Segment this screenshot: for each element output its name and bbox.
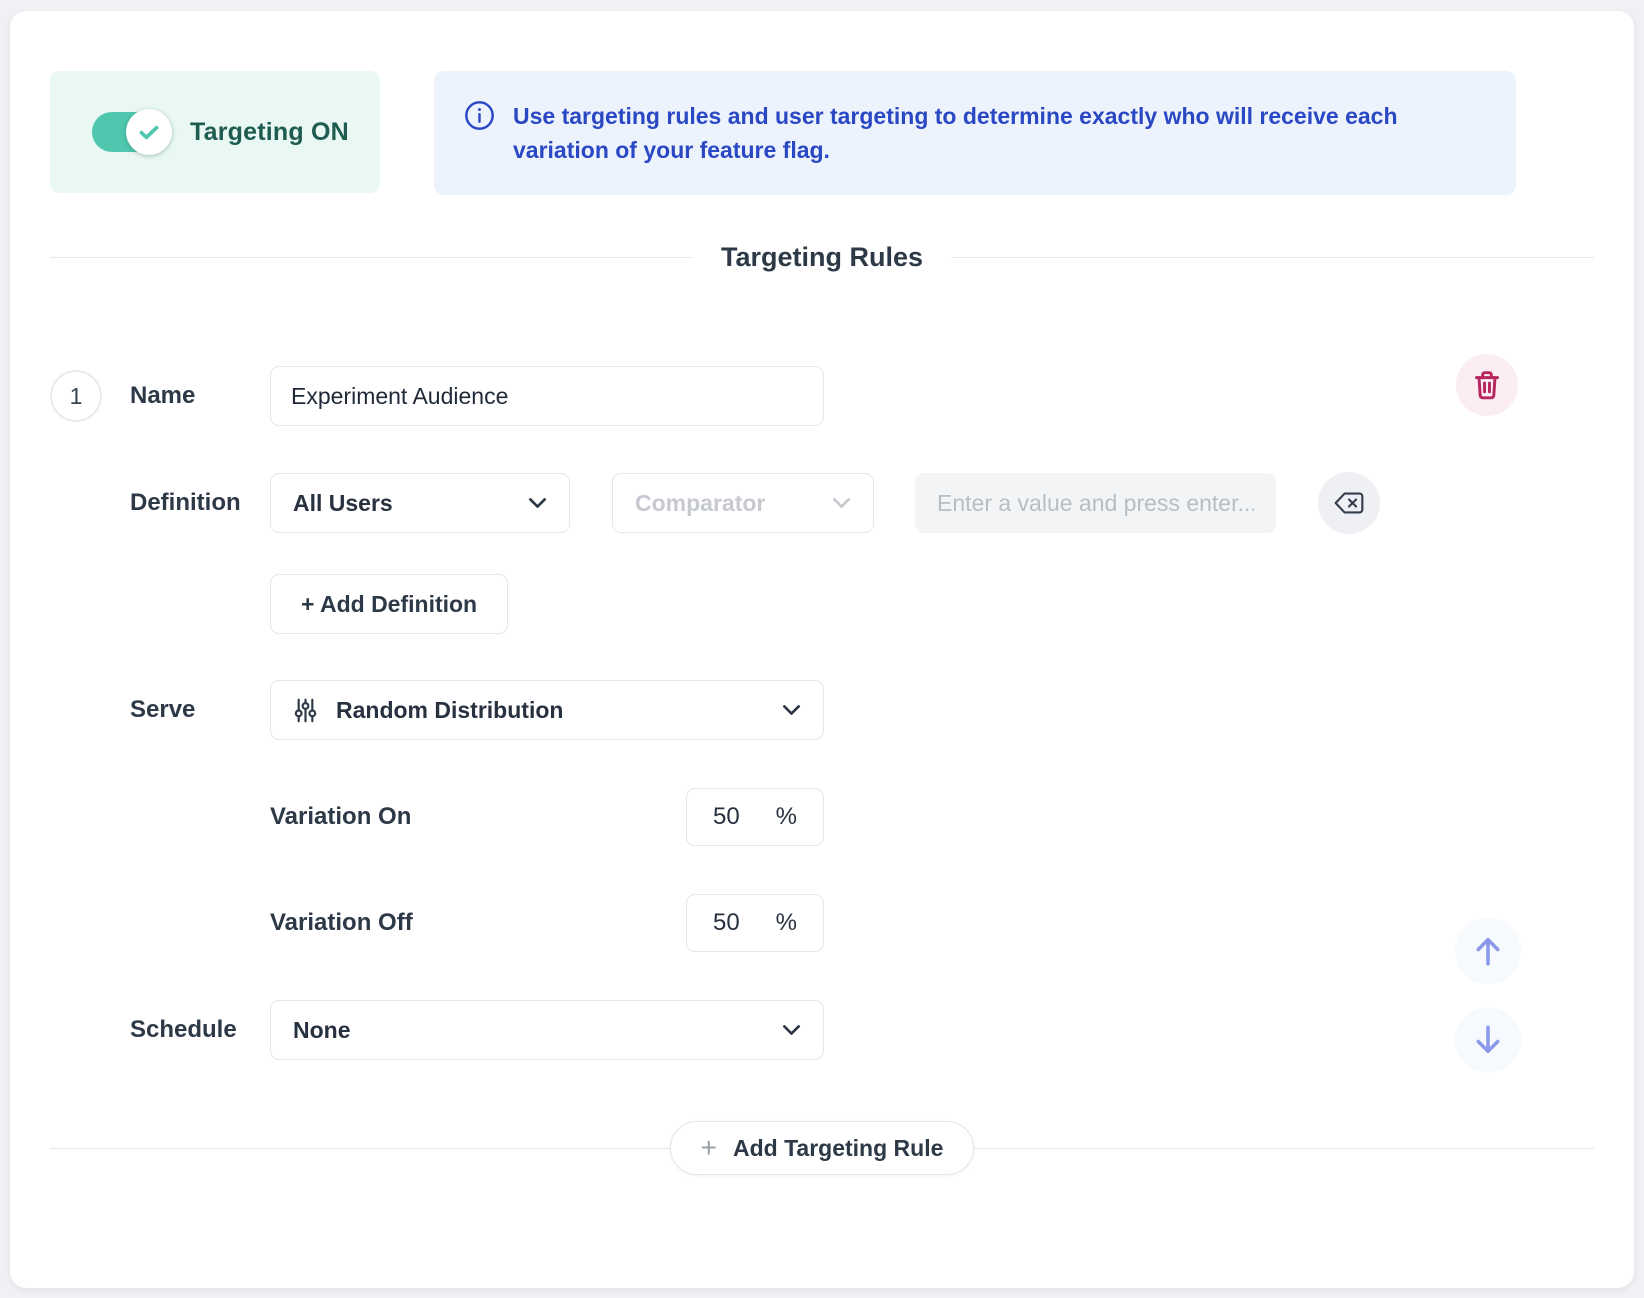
sliders-icon [293,698,318,723]
rule-name-input[interactable] [270,366,824,426]
add-targeting-rule-button[interactable]: + Add Targeting Rule [670,1121,975,1175]
audience-select[interactable]: All Users [270,473,570,533]
percent-sign: % [776,909,797,937]
variation-on-percentage-input[interactable]: 50 % [686,788,824,846]
divider [50,257,693,258]
comparator-select[interactable]: Comparator [612,473,874,533]
serve-label: Serve [130,696,270,724]
divider [951,257,1594,258]
delete-rule-button[interactable] [1456,354,1518,416]
clear-definition-button[interactable] [1318,472,1380,534]
variation-on-row: Variation On 50 % [50,788,1594,846]
serve-select[interactable]: Random Distribution [270,680,824,740]
targeting-toggle-label: Targeting ON [190,118,349,147]
targeting-toggle-container: Targeting ON [50,71,380,193]
targeting-toggle[interactable] [92,112,170,152]
definition-label: Definition [130,489,270,517]
info-banner-text: Use targeting rules and user targeting t… [513,99,1473,167]
section-title: Targeting Rules [693,242,951,273]
move-rule-up-button[interactable] [1455,918,1521,984]
chevron-down-icon [832,497,851,509]
schedule-label: Schedule [130,1016,270,1044]
targeting-panel: Targeting ON Use targeting rules and use… [10,11,1634,1288]
move-rule-down-button[interactable] [1455,1007,1521,1073]
section-header: Targeting Rules [50,237,1594,277]
comparator-select-placeholder: Comparator [635,490,832,517]
targeting-rule: 1 Name Definition All Users Comparator [50,366,1594,1060]
info-banner: Use targeting rules and user targeting t… [434,71,1516,195]
variation-off-label: Variation Off [270,909,413,937]
rule-number-badge: 1 [50,370,102,422]
check-icon [136,119,162,145]
add-definition-row: + Add Definition [50,574,1594,634]
percent-sign: % [776,803,797,831]
add-rule-label: Add Targeting Rule [733,1135,943,1162]
arrow-up-icon [1470,933,1506,969]
add-rule-bar: + Add Targeting Rule [50,1121,1594,1175]
variation-on-value: 50 [713,803,740,831]
rule-definition-row: Definition All Users Comparator [50,472,1594,534]
plus-icon: + [701,1134,717,1162]
chevron-down-icon [782,704,801,716]
audience-select-value: All Users [293,490,528,517]
rule-schedule-row: Schedule None [50,1000,1594,1060]
rule-name-row: 1 Name [50,366,1594,426]
definition-value-input[interactable] [915,473,1276,533]
trash-icon [1472,369,1502,401]
chevron-down-icon [782,1024,801,1036]
schedule-select-value: None [293,1017,782,1044]
name-label: Name [130,382,270,410]
chevron-down-icon [528,497,547,509]
variation-off-percentage-input[interactable]: 50 % [686,894,824,952]
backspace-icon [1334,491,1364,515]
add-definition-button[interactable]: + Add Definition [270,574,508,634]
variation-off-value: 50 [713,909,740,937]
top-row: Targeting ON Use targeting rules and use… [50,71,1516,195]
rule-serve-row: Serve Random Distribution [50,680,1594,740]
variation-off-row: Variation Off 50 % [50,894,1594,952]
toggle-knob [126,109,172,155]
schedule-select[interactable]: None [270,1000,824,1060]
serve-select-value: Random Distribution [336,697,782,724]
info-icon [464,100,495,131]
arrow-down-icon [1470,1022,1506,1058]
variation-on-label: Variation On [270,803,411,831]
